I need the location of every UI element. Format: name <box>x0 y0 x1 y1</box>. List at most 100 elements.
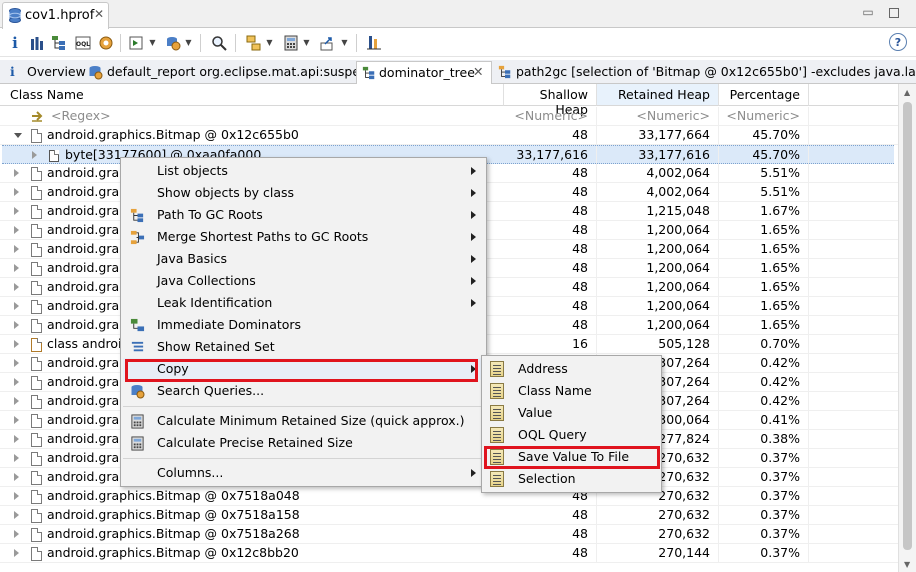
menu-item-columns[interactable]: Columns... <box>123 462 484 484</box>
chevron-right-icon[interactable] <box>14 511 19 519</box>
query-browser-icon[interactable] <box>162 32 184 54</box>
close-icon[interactable]: ✕ <box>94 7 104 21</box>
scroll-down-icon[interactable]: ▼ <box>904 560 910 569</box>
chevron-down-icon[interactable]: ▼ <box>303 37 310 49</box>
chevron-down-icon[interactable]: ▼ <box>185 37 192 49</box>
chevron-down-icon[interactable] <box>14 133 22 138</box>
chevron-right-icon[interactable] <box>14 264 19 272</box>
editor-tab-cov1[interactable]: cov1.hprof ✕ <box>2 2 109 29</box>
info-icon[interactable]: i <box>4 32 26 54</box>
submenu-item-label: OQL Query <box>518 427 587 442</box>
chevron-right-icon[interactable] <box>14 492 19 500</box>
column-header-retained-heap[interactable]: Retained Heap <box>597 84 719 106</box>
submenu-item-oql-query[interactable]: OQL Query <box>484 424 659 446</box>
group-by-icon[interactable] <box>243 32 265 54</box>
menu-item-label: Merge Shortest Paths to GC Roots <box>157 229 369 244</box>
toolbar: i OQL ▼ ▼ ▼ ▼ ▼ ? <box>0 29 916 57</box>
row-percentage: 1.65% <box>719 221 809 240</box>
row-class-name: android.graphics.Bitmap @ 0x12c655b0 <box>47 127 299 142</box>
scrollbar-thumb[interactable] <box>903 102 912 550</box>
menu-item-leak-identification[interactable]: Leak Identification <box>123 292 484 314</box>
heap-dump-overview-icon[interactable] <box>95 32 117 54</box>
table-row[interactable]: android.graphics.Bitmap @ 0x7518a158 48 … <box>0 506 898 525</box>
menu-item-calculate-precise-retained-size[interactable]: Calculate Precise Retained Size <box>123 432 484 454</box>
chevron-right-icon[interactable] <box>14 378 19 386</box>
calculator-icon <box>131 414 144 429</box>
calculate-retained-size-icon[interactable] <box>280 32 302 54</box>
chevron-right-icon[interactable] <box>14 397 19 405</box>
chevron-down-icon[interactable]: ▼ <box>341 37 348 49</box>
chevron-right-icon[interactable] <box>14 435 19 443</box>
run-expert-system-icon[interactable] <box>126 32 148 54</box>
oql-icon[interactable]: OQL <box>72 32 94 54</box>
menu-item-show-retained-set[interactable]: Show Retained Set <box>123 336 484 358</box>
chevron-right-icon[interactable] <box>32 151 37 159</box>
tab-dominator-tree[interactable]: dominator_tree ✕ <box>356 61 492 84</box>
shallow-heap-filter-input[interactable]: <Numeric> <box>504 107 597 126</box>
chevron-right-icon[interactable] <box>14 473 19 481</box>
column-header-shallow-heap[interactable]: Shallow Heap <box>504 84 597 117</box>
column-header-percentage[interactable]: Percentage <box>719 84 809 106</box>
chevron-right-icon[interactable] <box>14 188 19 196</box>
object-icon <box>31 433 42 447</box>
dominator-tree-icon[interactable] <box>48 32 70 54</box>
chevron-right-icon[interactable] <box>14 549 19 557</box>
submenu-item-class-name[interactable]: Class Name <box>484 380 659 402</box>
menu-item-search-queries[interactable]: Search Queries... <box>123 380 484 402</box>
chevron-right-icon[interactable] <box>14 416 19 424</box>
tab-path2gc[interactable]: path2gc [selection of 'Bitmap @ 0x12c655… <box>494 61 916 84</box>
minimize-icon[interactable]: ▭ <box>862 6 874 18</box>
row-percentage: 1.65% <box>719 316 809 335</box>
submenu-item-address[interactable]: Address <box>484 358 659 380</box>
export-icon[interactable] <box>317 32 339 54</box>
object-icon <box>31 281 42 295</box>
chevron-right-icon[interactable] <box>14 169 19 177</box>
row-retained-heap: 4,002,064 <box>597 183 719 202</box>
table-row[interactable]: android.graphics.Bitmap @ 0x12c8bb20 48 … <box>0 544 898 563</box>
table-row[interactable]: android.graphics.Bitmap @ 0x7518a268 48 … <box>0 525 898 544</box>
chevron-right-icon[interactable] <box>14 454 19 462</box>
row-percentage: 0.70% <box>719 335 809 354</box>
close-icon[interactable]: ✕ <box>473 64 483 79</box>
find-object-icon[interactable] <box>208 32 230 54</box>
chevron-down-icon[interactable]: ▼ <box>149 37 156 49</box>
percentage-filter-input[interactable]: <Numeric> <box>719 107 809 126</box>
row-percentage: 45.70% <box>719 146 809 165</box>
tab-default-report[interactable]: default_report org.eclipse.mat.api:suspe… <box>84 61 378 84</box>
menu-item-calculate-minimum-retained-size[interactable]: Calculate Minimum Retained Size (quick a… <box>123 410 484 432</box>
column-header-class-name[interactable]: Class Name <box>0 84 504 106</box>
chevron-right-icon[interactable] <box>14 283 19 291</box>
chevron-right-icon <box>471 167 476 175</box>
chevron-right-icon[interactable] <box>14 340 19 348</box>
submenu-item-value[interactable]: Value <box>484 402 659 424</box>
chevron-right-icon[interactable] <box>14 245 19 253</box>
vertical-scrollbar[interactable]: ▲ ▼ <box>898 84 916 572</box>
menu-item-merge-shortest-paths[interactable]: Merge Shortest Paths to GC Roots <box>123 226 484 248</box>
menu-item-java-collections[interactable]: Java Collections <box>123 270 484 292</box>
scroll-up-icon[interactable]: ▲ <box>904 88 910 97</box>
chevron-right-icon[interactable] <box>14 359 19 367</box>
retained-heap-filter-input[interactable]: <Numeric> <box>597 107 719 126</box>
help-icon[interactable]: ? <box>889 33 907 51</box>
pin-icon[interactable] <box>363 32 385 54</box>
menu-item-java-basics[interactable]: Java Basics <box>123 248 484 270</box>
table-row[interactable]: android.graphics.Bitmap @ 0x7518a048 48 … <box>0 487 898 506</box>
chevron-right-icon[interactable] <box>14 207 19 215</box>
menu-item-immediate-dominators[interactable]: Immediate Dominators <box>123 314 484 336</box>
class-name-filter-input[interactable]: <Regex> <box>51 107 491 126</box>
chevron-down-icon[interactable]: ▼ <box>266 37 273 49</box>
menu-item-list-objects[interactable]: List objects <box>123 160 484 182</box>
chevron-right-icon[interactable] <box>14 226 19 234</box>
chevron-right-icon[interactable] <box>14 321 19 329</box>
tab-path2gc-label: path2gc [selection of 'Bitmap @ 0x12c655… <box>516 64 916 79</box>
maximize-icon[interactable] <box>889 8 899 18</box>
chevron-right-icon[interactable] <box>14 302 19 310</box>
chevron-right-icon <box>471 211 476 219</box>
submenu-item-selection[interactable]: Selection <box>484 468 659 490</box>
chevron-right-icon[interactable] <box>14 530 19 538</box>
tab-overview[interactable]: i Overview <box>2 61 86 84</box>
menu-item-path-to-gc-roots[interactable]: Path To GC Roots <box>123 204 484 226</box>
histogram-icon[interactable] <box>26 32 48 54</box>
table-row[interactable]: android.graphics.Bitmap @ 0x12c655b0 48 … <box>0 126 898 145</box>
menu-item-show-objects-by-class[interactable]: Show objects by class <box>123 182 484 204</box>
